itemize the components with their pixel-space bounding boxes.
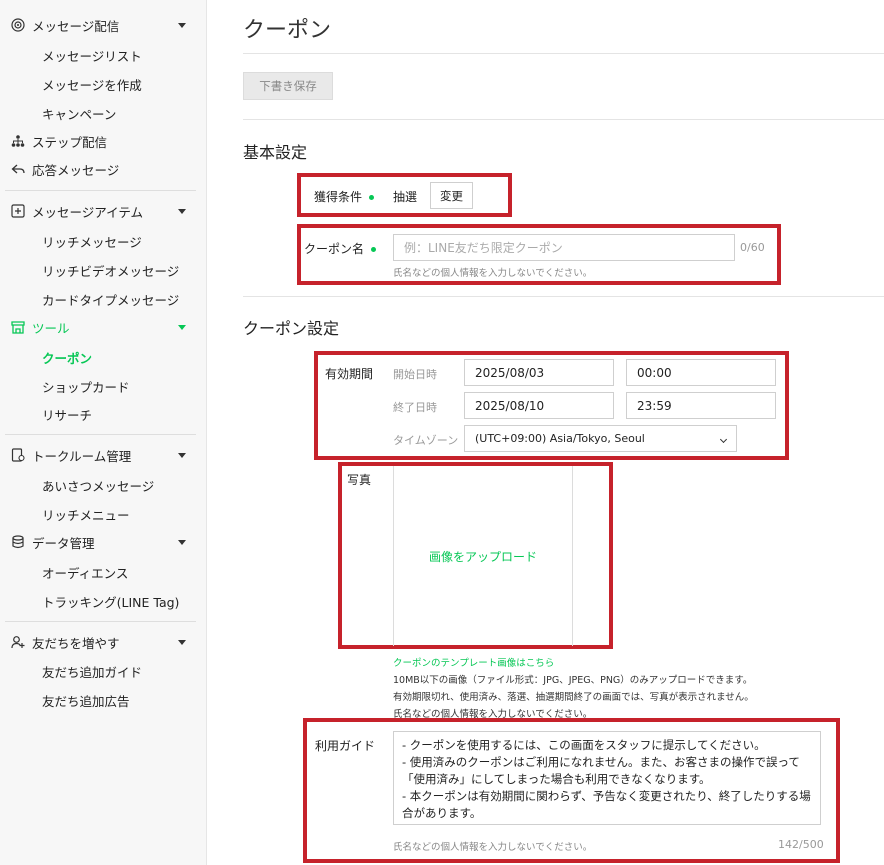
sidebar-section-data[interactable]: データ管理 [10,530,194,554]
sidebar-section-message-broadcast[interactable]: メッセージ配信 [10,13,194,37]
photo-note: 有効期限切れ、使用済み、落選、抽選期間終了の画面では、写真が表示されません。 [393,692,754,703]
usage-guide-counter: 142/500 [778,838,824,851]
sidebar-item-research[interactable]: リサーチ [42,405,92,424]
database-icon [10,534,26,550]
coupon-settings-title: クーポン設定 [243,319,340,338]
sidebar-section-talkroom[interactable]: トークルーム管理 [10,443,194,467]
chevron-down-icon [719,435,728,444]
talkroom-icon [10,447,26,463]
sidebar-item-campaign[interactable]: キャンペーン [42,104,116,123]
sidebar-section-tools[interactable]: ツール [10,315,194,339]
sidebar-item-rich-menu[interactable]: リッチメニュー [42,505,130,524]
timezone-label: タイムゾーン [393,434,459,447]
guide-line: - クーポンを使用するには、この画面をスタッフに提示してください。 [402,738,766,752]
sidebar-item-friend-ads[interactable]: 友だち追加広告 [42,691,130,710]
basic-settings-title: 基本設定 [243,143,308,162]
end-datetime-label: 終了日時 [393,401,437,414]
sidebar-item-coupon[interactable]: クーポン [42,348,92,367]
message-item-icon [10,203,26,219]
sidebar-divider [5,434,196,435]
usage-guide-hint: 氏名などの個人情報を入力しないでください。 [393,842,593,853]
coupon-name-input[interactable]: 例：LINE友だち限定クーポン [393,234,735,261]
sidebar-section-label: メッセージアイテム [32,204,144,220]
photo-label: 写真 [347,473,372,487]
start-time-input[interactable]: 00:00 [626,359,776,386]
validity-period-label: 有効期間 [325,367,374,381]
section-divider [243,296,884,297]
condition-value: 抽選 [393,190,418,204]
sidebar-item-rich-message[interactable]: リッチメッセージ [42,232,142,251]
sidebar-section-label: ステップ配信 [32,134,108,150]
sidebar-item-audience[interactable]: オーディエンス [42,563,128,582]
image-upload-area[interactable]: 画像をアップロード [393,466,573,646]
sidebar-section-label: メッセージ配信 [32,18,120,34]
chevron-down-icon[interactable] [178,452,186,458]
store-icon [10,319,26,335]
page-title: クーポン [243,18,332,43]
step-icon [10,133,26,149]
sidebar-item-rich-video-message[interactable]: リッチビデオメッセージ [42,261,179,280]
upload-image-link[interactable]: 画像をアップロード [429,548,537,565]
sidebar-item-shop-card[interactable]: ショップカード [42,377,130,396]
change-condition-button[interactable]: 変更 [430,182,473,209]
reply-icon [10,161,26,177]
start-datetime-label: 開始日時 [393,368,437,381]
sidebar-section-add-friends[interactable]: 友だちを増やす [10,630,194,654]
sidebar-section-label: 友だちを増やす [32,635,120,651]
coupon-name-hint: 氏名などの個人情報を入力しないでください。 [393,268,593,279]
end-date-input[interactable]: 2025/08/10 [464,392,614,419]
sidebar-section-label: ツール [32,320,70,336]
coupon-name-counter: 0/60 [740,241,765,254]
sidebar-section-label: トークルーム管理 [32,448,132,464]
chevron-down-icon[interactable] [178,639,186,645]
guide-line: 「使用済み」にしてしまった場合も利用できなくなります。 [402,772,711,786]
guide-line: 合があります。 [402,806,482,820]
timezone-select[interactable]: (UTC+09:00) Asia/Tokyo, Seoul [464,425,737,452]
chevron-down-icon[interactable] [178,22,186,28]
condition-label: 獲得条件 [314,188,375,205]
usage-guide-textarea[interactable]: - クーポンを使用するには、この画面をスタッフに提示してください。 - 使用済み… [393,731,821,825]
sidebar-section-message-item[interactable]: メッセージアイテム [10,199,194,223]
sidebar-item-create-message[interactable]: メッセージを作成 [42,75,142,94]
required-dot [369,195,375,200]
sidebar-divider [5,621,196,622]
section-divider [243,119,884,120]
sidebar-section-label: データ管理 [32,535,95,551]
start-date-input[interactable]: 2025/08/03 [464,359,614,386]
broadcast-icon [10,17,26,33]
chevron-down-icon[interactable] [178,539,186,545]
sidebar-section-label: 応答メッセージ [32,162,120,178]
sidebar-section-reply[interactable]: 応答メッセージ [10,157,194,181]
sidebar-item-message-list[interactable]: メッセージリスト [42,46,142,65]
title-divider [243,53,884,54]
guide-line: - 使用済みのクーポンはご利用になれません。また、お客さまの操作で誤って [402,755,800,769]
coupon-name-label: クーポン名 [304,240,377,257]
required-dot [371,247,377,252]
sidebar: メッセージ配信 メッセージリスト メッセージを作成 キャンペーン ステップ配信 … [0,0,207,865]
guide-line: - 本クーポンは有効期間に関わらず、予告なく変更されたり、終了したりする場 [402,789,811,803]
template-image-link[interactable]: クーポンのテンプレート画像はこちら [393,655,554,669]
sidebar-section-step[interactable]: ステップ配信 [10,129,194,153]
sidebar-divider [5,190,196,191]
main-content: クーポン 下書き保存 基本設定 獲得条件 抽選 変更 クーポン名 例：LINE友… [207,0,884,865]
draft-save-button[interactable]: 下書き保存 [243,72,333,100]
add-friend-icon [10,634,26,650]
sidebar-item-tracking[interactable]: トラッキング(LINE Tag) [42,592,179,611]
chevron-down-icon[interactable] [178,208,186,214]
end-time-input[interactable]: 23:59 [626,392,776,419]
usage-guide-label: 利用ガイド [315,739,376,753]
chevron-down-icon[interactable] [178,324,186,330]
sidebar-item-friend-guide[interactable]: 友だち追加ガイド [42,662,142,681]
sidebar-item-card-type-message[interactable]: カードタイプメッセージ [42,290,179,309]
sidebar-item-greeting-message[interactable]: あいさつメッセージ [42,476,154,495]
photo-note: 10MB以下の画像（ファイル形式：JPG、JPEG、PNG）のみアップロードでき… [393,675,753,686]
